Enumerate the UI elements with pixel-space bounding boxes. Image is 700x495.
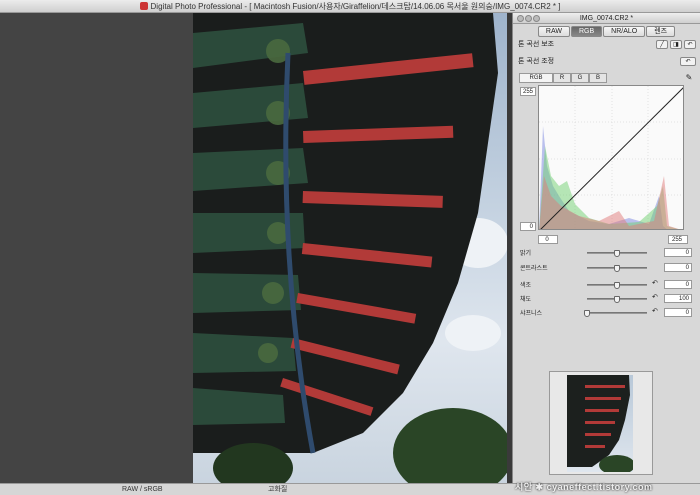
curve-input-max[interactable]: 255 [668,235,688,244]
tone-curve-adjust-row: 톤 곡선 조정 ↶ [513,56,700,68]
saturation-value[interactable]: 100 [664,294,692,303]
channel-tab-g[interactable]: G [571,73,589,83]
brightness-slider-row: 밝기 0 [517,247,697,259]
saturation-reset-icon[interactable]: ↶ [652,294,660,302]
contrast-slider[interactable] [587,265,647,272]
sharpness-slider[interactable] [584,310,647,317]
app-icon [139,2,148,10]
palette-title: IMG_0074.CR2 * [579,15,634,22]
hue-value[interactable]: 0 [664,280,692,289]
sharpness-slider-row: 샤프니스 ↶ 0 [517,307,697,319]
tab-nr-alo[interactable]: NR/ALO [603,26,646,37]
tab-lens[interactable]: 렌즈 [646,26,676,37]
contrast-knob[interactable] [614,265,620,272]
close-icon[interactable] [517,15,524,22]
tab-rgb[interactable]: RGB [570,26,603,37]
color-space-status: RAW / sRGB [122,486,163,493]
watermark-text: 시안 ✱ cyaneffect.tistory.com [515,482,653,492]
curve-input-min[interactable]: 0 [538,235,558,244]
curve-reset-icon[interactable]: ↶ [680,57,696,66]
window-titlebar: Digital Photo Professional - [ Macintosh… [0,0,700,13]
hue-label: 색조 [520,283,532,289]
hue-slider-row: 색조 ↶ 0 [517,279,697,291]
navigator-box [549,371,653,475]
tone-curve-assist-label: 톤 곡선 보조 [518,41,555,48]
saturation-label: 채도 [520,297,532,303]
sharpness-label: 샤프니스 [520,311,543,317]
saturation-slider-row: 채도 ↶ 100 [517,293,697,305]
reset-icon[interactable]: ↶ [684,40,696,49]
tool-palette: IMG_0074.CR2 * RAW RGB NR/ALO 렌즈 톤 곡선 보조… [512,13,700,483]
contrast-slider-row: 콘트라스트 0 [517,262,697,274]
saturation-slider[interactable] [587,296,647,303]
navigator-thumbnail[interactable] [567,375,633,472]
channel-tab-b[interactable]: B [589,73,607,83]
hue-reset-icon[interactable]: ↶ [652,280,660,288]
brightness-slider[interactable] [587,250,647,257]
thumbnail-illustration [567,375,633,472]
tone-curve-assist-row: 톤 곡선 보조 ╱ ◨ ↶ [513,39,700,51]
eyedropper-icon[interactable]: ✎ [684,73,694,83]
sharpness-value[interactable]: 0 [664,308,692,317]
window-title: Digital Photo Professional - [ Macintosh… [150,2,561,11]
minimize-icon[interactable] [525,15,532,22]
contrast-value[interactable]: 0 [664,263,692,272]
hue-knob[interactable] [614,282,620,289]
tone-curve-adjust-label: 톤 곡선 조정 [518,58,555,65]
empty-canvas-area [0,13,193,483]
saturation-knob[interactable] [614,296,620,303]
channel-tab-rgb[interactable]: RGB [519,73,553,83]
curve-output-min[interactable]: 0 [520,222,536,231]
zoom-icon[interactable] [533,15,540,22]
palette-titlebar: IMG_0074.CR2 * [513,13,700,24]
hue-slider[interactable] [587,282,647,289]
brightness-label: 밝기 [520,251,532,257]
tone-curve-graph[interactable] [538,85,684,230]
curve-output-max[interactable]: 255 [520,87,536,96]
brightness-knob[interactable] [614,250,620,257]
palette-tabs: RAW RGB NR/ALO 렌즈 [513,24,700,38]
tab-raw[interactable]: RAW [537,26,570,37]
image-preview[interactable] [193,13,507,483]
auto-adjust-icon[interactable]: ◨ [670,40,682,49]
photo-illustration [193,13,507,483]
sharpness-knob[interactable] [584,310,590,317]
channel-tabs: RGB R G B [519,73,607,83]
quality-status: 고화질 [268,486,288,493]
histogram-curve [539,86,683,229]
sharpness-reset-icon[interactable]: ↶ [652,308,660,316]
brightness-value[interactable]: 0 [664,248,692,257]
contrast-label: 콘트라스트 [520,266,548,272]
curve-edit-icon[interactable]: ╱ [656,40,668,49]
channel-tab-r[interactable]: R [553,73,571,83]
